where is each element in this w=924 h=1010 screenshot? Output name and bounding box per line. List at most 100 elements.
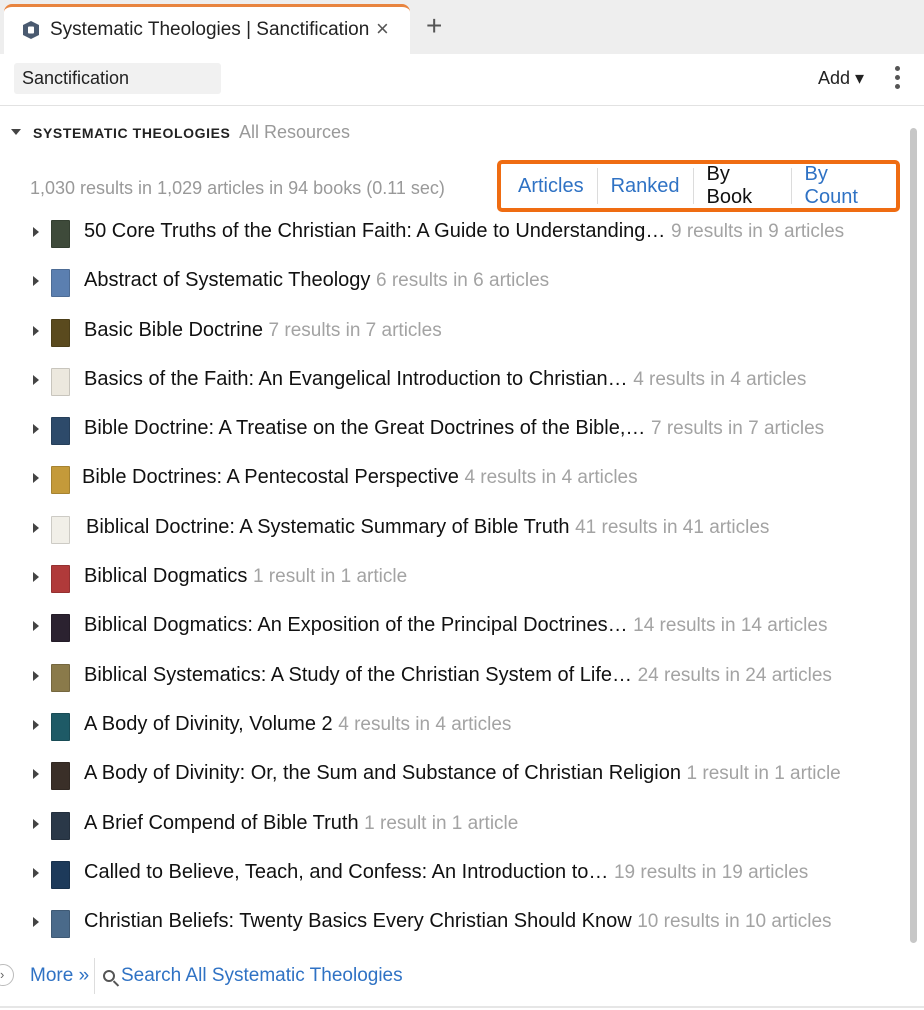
search-icon — [103, 970, 115, 982]
book-cover-thumbnail — [51, 417, 70, 446]
book-title-link[interactable]: Called to Believe, Teach, and Confess: A… — [84, 861, 608, 883]
book-title-link[interactable]: Biblical Systematics: A Study of the Chr… — [84, 664, 632, 686]
add-button[interactable]: Add ▾ — [818, 68, 864, 89]
expand-caret-icon[interactable] — [33, 917, 39, 928]
book-title-link[interactable]: Biblical Dogmatics — [84, 565, 247, 587]
divider — [94, 958, 95, 994]
list-item[interactable]: Basics of the Faith: An Evangelical Intr… — [0, 357, 900, 406]
list-item[interactable]: Biblical Dogmatics: An Exposition of the… — [0, 603, 900, 652]
list-item[interactable]: Bible Doctrines: A Pentecostal Perspecti… — [0, 455, 900, 504]
new-tab-button[interactable]: + — [426, 12, 442, 40]
result-text: A Body of Divinity, Volume 2 4 results i… — [84, 713, 511, 736]
view-by-book-button[interactable]: By Book — [694, 163, 792, 208]
book-title-link[interactable]: Christian Beliefs: Twenty Basics Every C… — [84, 910, 632, 932]
expand-caret-icon[interactable] — [33, 522, 39, 533]
view-articles-button[interactable]: Articles — [505, 168, 598, 204]
expand-caret-icon[interactable] — [33, 670, 39, 681]
book-cover-thumbnail — [51, 811, 70, 840]
result-text: Bible Doctrine: A Treatise on the Great … — [84, 417, 824, 440]
results-summary: 1,030 results in 1,029 articles in 94 bo… — [30, 178, 445, 198]
view-toggle-group: Articles Ranked By Book By Count — [497, 160, 900, 212]
result-count: 1 result in 1 article — [252, 566, 408, 588]
shield-icon — [23, 21, 39, 39]
list-item[interactable]: A Body of Divinity: Or, the Sum and Subs… — [0, 751, 900, 800]
book-title-link[interactable]: 50 Core Truths of the Christian Faith: A… — [84, 220, 665, 242]
result-count: 24 results in 24 articles — [637, 664, 832, 686]
book-title-link[interactable]: A Body of Divinity: Or, the Sum and Subs… — [84, 762, 681, 784]
expand-caret-icon[interactable] — [33, 227, 39, 237]
list-item[interactable]: Biblical Doctrine: A Systematic Summary … — [0, 505, 900, 554]
section-subtitle[interactable]: All Resources — [239, 122, 350, 143]
collapse-caret-icon[interactable] — [11, 129, 21, 135]
expand-caret-icon[interactable] — [33, 769, 39, 780]
expand-caret-icon[interactable] — [33, 818, 39, 829]
book-title-link[interactable]: Abstract of Systematic Theology — [84, 269, 370, 291]
section-title[interactable]: SYSTEMATIC THEOLOGIES — [33, 125, 230, 141]
list-item[interactable]: Basic Bible Doctrine 7 results in 7 arti… — [0, 308, 900, 357]
expand-caret-icon[interactable] — [33, 473, 39, 484]
chevron-right-icon: › — [0, 967, 5, 982]
book-cover-thumbnail — [51, 269, 70, 298]
book-title-link[interactable]: Biblical Doctrine: A Systematic Summary … — [86, 516, 570, 538]
expand-caret-icon[interactable] — [33, 572, 39, 583]
book-cover-thumbnail — [51, 663, 70, 692]
list-item[interactable]: 50 Core Truths of the Christian Faith: A… — [0, 209, 900, 258]
result-text: Basic Bible Doctrine 7 results in 7 arti… — [84, 319, 442, 342]
more-options-icon[interactable] — [890, 66, 904, 94]
active-tab[interactable]: Systematic Theologies | Sanctification × — [4, 4, 410, 54]
expand-caret-icon[interactable] — [33, 719, 39, 730]
result-count: 1 result in 1 article — [364, 812, 519, 834]
more-link[interactable]: More » — [30, 965, 89, 987]
result-text: 50 Core Truths of the Christian Faith: A… — [84, 220, 844, 243]
book-title-link[interactable]: Bible Doctrine: A Treatise on the Great … — [84, 417, 645, 439]
result-text: Called to Believe, Teach, and Confess: A… — [84, 861, 808, 884]
search-input[interactable] — [14, 63, 221, 94]
expand-caret-icon[interactable] — [33, 374, 39, 385]
tab-bar: Systematic Theologies | Sanctification ×… — [0, 0, 924, 54]
result-count: 10 results in 10 articles — [637, 911, 832, 933]
result-text: Biblical Dogmatics 1 result in 1 article — [84, 565, 407, 588]
view-by-count-button[interactable]: By Count — [792, 163, 896, 208]
tab-title: Systematic Theologies | Sanctification — [50, 19, 370, 40]
book-title-link[interactable]: Basics of the Faith: An Evangelical Intr… — [84, 368, 628, 390]
book-cover-thumbnail — [51, 860, 70, 889]
book-cover-thumbnail — [51, 762, 70, 791]
result-count: 19 results in 19 articles — [613, 861, 809, 883]
expand-caret-icon[interactable] — [33, 325, 39, 336]
list-item[interactable]: A Brief Compend of Bible Truth 1 result … — [0, 801, 900, 850]
view-ranked-button[interactable]: Ranked — [598, 168, 694, 204]
list-item[interactable]: A Body of Divinity, Volume 2 4 results i… — [0, 702, 900, 751]
result-count: 14 results in 14 articles — [633, 615, 828, 637]
expand-caret-icon[interactable] — [33, 424, 39, 435]
list-item[interactable]: Bible Doctrine: A Treatise on the Great … — [0, 406, 900, 455]
search-all-label: Search All Systematic Theologies — [121, 965, 403, 986]
list-item[interactable]: Christian Beliefs: Twenty Basics Every C… — [0, 899, 900, 948]
book-cover-thumbnail — [51, 565, 70, 594]
list-item[interactable]: Called to Believe, Teach, and Confess: A… — [0, 850, 900, 899]
expand-caret-icon[interactable] — [33, 276, 39, 287]
expand-caret-icon[interactable] — [33, 867, 39, 878]
book-title-link[interactable]: A Body of Divinity, Volume 2 — [84, 713, 333, 735]
panel-expand-button[interactable]: › — [0, 964, 14, 986]
close-icon[interactable]: × — [376, 16, 389, 42]
expand-caret-icon[interactable] — [33, 621, 39, 632]
book-cover-thumbnail — [51, 367, 70, 396]
list-item[interactable]: Abstract of Systematic Theology 6 result… — [0, 258, 900, 307]
result-text: Biblical Systematics: A Study of the Chr… — [84, 664, 832, 687]
book-title-link[interactable]: Biblical Dogmatics: An Exposition of the… — [84, 614, 628, 636]
book-title-link[interactable]: A Brief Compend of Bible Truth — [84, 812, 359, 834]
result-count: 4 results in 4 articles — [464, 467, 638, 489]
book-cover-thumbnail — [51, 515, 70, 544]
book-cover-thumbnail — [51, 466, 70, 495]
book-title-link[interactable]: Bible Doctrines: A Pentecostal Perspecti… — [82, 466, 459, 488]
panel-header: Add ▾ — [0, 54, 924, 106]
result-count: 7 results in 7 articles — [650, 418, 825, 440]
scrollbar[interactable] — [910, 128, 917, 943]
book-title-link[interactable]: Basic Bible Doctrine — [84, 319, 263, 341]
result-text: Basics of the Faith: An Evangelical Intr… — [84, 368, 806, 391]
list-item[interactable]: Biblical Dogmatics 1 result in 1 article — [0, 554, 900, 603]
search-all-link[interactable]: Search All Systematic Theologies — [103, 965, 403, 987]
result-text: Biblical Dogmatics: An Exposition of the… — [84, 614, 827, 637]
result-count: 7 results in 7 articles — [268, 319, 442, 341]
list-item[interactable]: Biblical Systematics: A Study of the Chr… — [0, 653, 900, 702]
